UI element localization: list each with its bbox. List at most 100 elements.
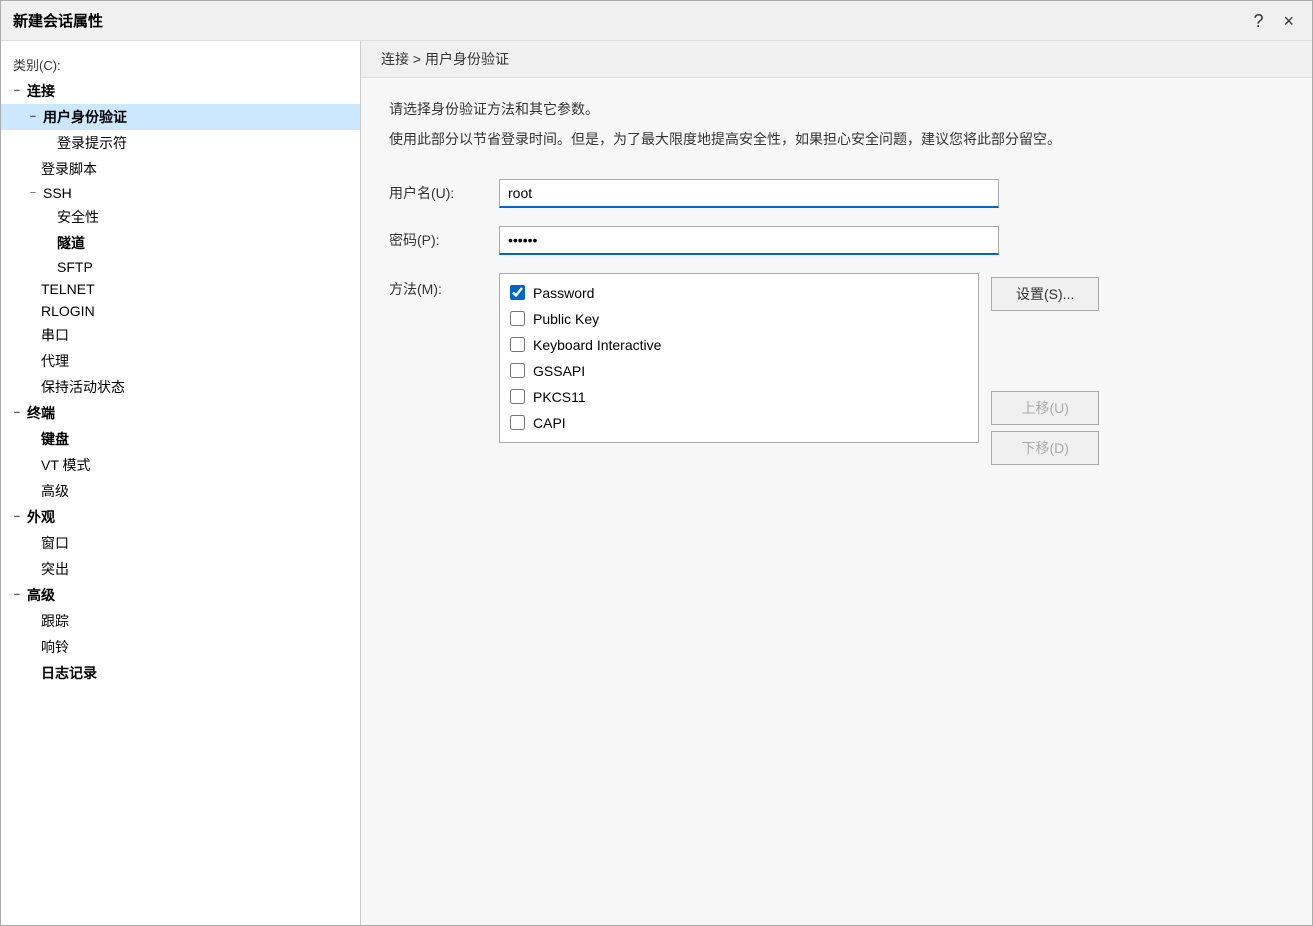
tree-label-tunnel: 隧道: [57, 233, 85, 253]
desc1: 请选择身份验证方法和其它参数。: [389, 98, 1284, 120]
method-list: Password Public Key Keyboard Interactive GS…: [499, 273, 979, 443]
breadcrumb: 连接 > 用户身份验证: [361, 41, 1312, 78]
method-checkbox-capi[interactable]: [510, 415, 525, 430]
method-label-keyboard-interactive: Keyboard Interactive: [533, 337, 661, 353]
method-checkbox-gssapi[interactable]: [510, 363, 525, 378]
method-label-capi: CAPI: [533, 415, 566, 431]
tree-label-serial: 串口: [41, 325, 69, 345]
method-label-password: Password: [533, 285, 594, 301]
method-row: 方法(M): Password Public Key Keyboard Intera…: [389, 273, 1284, 465]
method-label: 方法(M):: [389, 273, 499, 299]
tree-item-window[interactable]: 窗口: [1, 530, 360, 556]
tree-icon-auth: −: [25, 111, 41, 123]
settings-button[interactable]: 设置(S)...: [991, 277, 1099, 311]
method-checkbox-keyboard-interactive[interactable]: [510, 337, 525, 352]
tree-icon-terminal: −: [9, 407, 25, 419]
tree-item-serial[interactable]: 串口: [1, 322, 360, 348]
title-bar-buttons: ? ×: [1247, 10, 1300, 32]
tree-item-keepalive[interactable]: 保持活动状态: [1, 374, 360, 400]
tree-item-trace[interactable]: 跟踪: [1, 608, 360, 634]
tree-item-connect[interactable]: −连接: [1, 78, 360, 104]
move-down-button[interactable]: 下移(D): [991, 431, 1099, 465]
tree-label-login-script: 登录脚本: [41, 159, 97, 179]
username-label: 用户名(U):: [389, 183, 499, 203]
tree-label-security: 安全性: [57, 207, 99, 227]
tree-container: −连接−用户身份验证登录提示符登录脚本−SSH安全性隧道SFTPTELNETRL…: [1, 78, 360, 686]
tree-item-sftp[interactable]: SFTP: [1, 256, 360, 278]
tree-item-tunnel[interactable]: 隧道: [1, 230, 360, 256]
tree-item-bell[interactable]: 响铃: [1, 634, 360, 660]
tree-label-vt-mode: VT 模式: [41, 455, 91, 475]
method-item-capi[interactable]: CAPI: [500, 410, 978, 436]
tree-label-keyboard: 键盘: [41, 429, 69, 449]
tree-item-security[interactable]: 安全性: [1, 204, 360, 230]
password-label: 密码(P):: [389, 230, 499, 250]
username-input[interactable]: [499, 179, 999, 208]
tree-item-appearance[interactable]: −外观: [1, 504, 360, 530]
method-checkbox-pkcs11[interactable]: [510, 389, 525, 404]
tree-item-rlogin[interactable]: RLOGIN: [1, 300, 360, 322]
form-section: 用户名(U): 密码(P): 方法(M): Password Public Key…: [389, 179, 1284, 465]
method-item-password[interactable]: Password: [500, 280, 978, 306]
tree-label-bell: 响铃: [41, 637, 69, 657]
tree-item-login-script[interactable]: 登录脚本: [1, 156, 360, 182]
tree-label-connect: 连接: [27, 81, 55, 101]
tree-label-proxy: 代理: [41, 351, 69, 371]
password-row: 密码(P):: [389, 226, 1284, 255]
tree-label-rlogin: RLOGIN: [41, 303, 95, 319]
tree-item-advanced[interactable]: 高级: [1, 478, 360, 504]
tree-item-log[interactable]: 日志记录: [1, 660, 360, 686]
title-bar: 新建会话属性 ? ×: [1, 1, 1312, 41]
content-area: 请选择身份验证方法和其它参数。 使用此部分以节省登录时间。但是，为了最大限度地提…: [361, 78, 1312, 925]
left-panel: 类别(C): −连接−用户身份验证登录提示符登录脚本−SSH安全性隧道SFTPT…: [1, 41, 361, 925]
tree-item-advanced-top[interactable]: −高级: [1, 582, 360, 608]
tree-icon-connect: −: [9, 85, 25, 97]
category-label: 类别(C):: [1, 49, 360, 78]
tree-label-highlight: 突出: [41, 559, 69, 579]
tree-label-terminal: 终端: [27, 403, 55, 423]
method-checkbox-password[interactable]: [510, 285, 525, 300]
tree-label-advanced-top: 高级: [27, 585, 55, 605]
tree-item-highlight[interactable]: 突出: [1, 556, 360, 582]
method-right: Password Public Key Keyboard Interactive GS…: [499, 273, 1099, 465]
tree-label-telnet: TELNET: [41, 281, 95, 297]
method-label-gssapi: GSSAPI: [533, 363, 585, 379]
desc2: 使用此部分以节省登录时间。但是，为了最大限度地提高安全性，如果担心安全问题，建议…: [389, 128, 1284, 150]
method-label-pkcs11: PKCS11: [533, 389, 586, 405]
tree-label-appearance: 外观: [27, 507, 55, 527]
username-row: 用户名(U):: [389, 179, 1284, 208]
tree-item-keyboard[interactable]: 键盘: [1, 426, 360, 452]
tree-icon-appearance: −: [9, 511, 25, 523]
tree-item-terminal[interactable]: −终端: [1, 400, 360, 426]
password-input[interactable]: [499, 226, 999, 255]
tree-item-ssh[interactable]: −SSH: [1, 182, 360, 204]
tree-label-log: 日志记录: [41, 663, 97, 683]
method-item-keyboard-interactive[interactable]: Keyboard Interactive: [500, 332, 978, 358]
tree-item-auth[interactable]: −用户身份验证: [1, 104, 360, 130]
method-label-public-key: Public Key: [533, 311, 599, 327]
tree-item-telnet[interactable]: TELNET: [1, 278, 360, 300]
method-item-public-key[interactable]: Public Key: [500, 306, 978, 332]
tree-label-auth: 用户身份验证: [43, 107, 127, 127]
method-item-gssapi[interactable]: GSSAPI: [500, 358, 978, 384]
close-button[interactable]: ×: [1277, 10, 1300, 32]
tree-label-login-prompt: 登录提示符: [57, 133, 127, 153]
tree-label-window: 窗口: [41, 533, 69, 553]
method-checkbox-public-key[interactable]: [510, 311, 525, 326]
tree-label-advanced: 高级: [41, 481, 69, 501]
dialog-title: 新建会话属性: [13, 10, 103, 31]
dialog: 新建会话属性 ? × 类别(C): −连接−用户身份验证登录提示符登录脚本−SS…: [0, 0, 1313, 926]
tree-item-login-prompt[interactable]: 登录提示符: [1, 130, 360, 156]
tree-item-vt-mode[interactable]: VT 模式: [1, 452, 360, 478]
method-buttons-col: 设置(S)... 上移(U) 下移(D): [991, 273, 1099, 465]
help-button[interactable]: ?: [1247, 10, 1269, 32]
move-up-button[interactable]: 上移(U): [991, 391, 1099, 425]
dialog-body: 类别(C): −连接−用户身份验证登录提示符登录脚本−SSH安全性隧道SFTPT…: [1, 41, 1312, 925]
tree-label-trace: 跟踪: [41, 611, 69, 631]
tree-label-keepalive: 保持活动状态: [41, 377, 125, 397]
tree-item-proxy[interactable]: 代理: [1, 348, 360, 374]
right-panel: 连接 > 用户身份验证 请选择身份验证方法和其它参数。 使用此部分以节省登录时间…: [361, 41, 1312, 925]
tree-label-ssh: SSH: [43, 185, 72, 201]
method-item-pkcs11[interactable]: PKCS11: [500, 384, 978, 410]
tree-icon-ssh: −: [25, 187, 41, 199]
